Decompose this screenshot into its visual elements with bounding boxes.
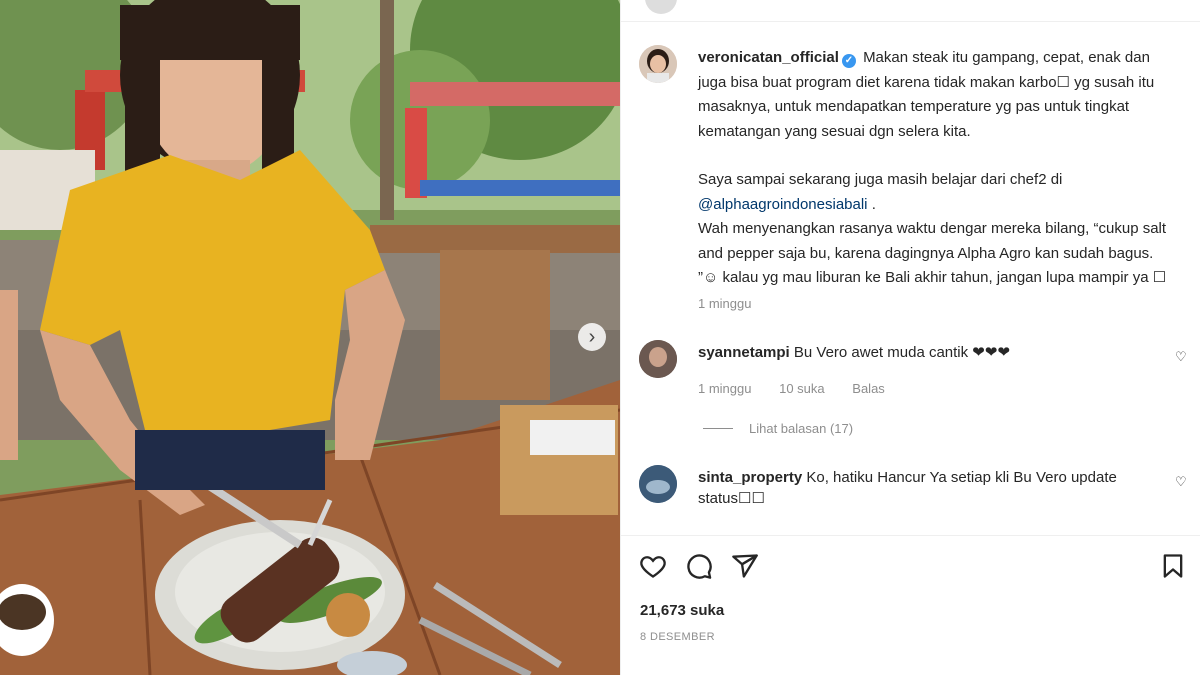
author-username[interactable]: veronicatan_official — [698, 49, 839, 66]
comment-likes[interactable]: 10 suka — [779, 381, 825, 396]
caption-mention-suffix: . — [867, 195, 876, 213]
comment-avatar-image — [639, 465, 677, 503]
comment-like-heart-icon[interactable]: ♡ — [1175, 474, 1187, 490]
view-replies-button[interactable]: Lihat balasan (17) — [703, 421, 853, 436]
comment-avatar-image — [639, 340, 677, 378]
verified-badge-icon: ✓ — [841, 54, 856, 68]
bookmark-icon[interactable] — [1159, 552, 1189, 582]
comment-bubble-icon[interactable] — [685, 552, 715, 582]
comment-avatar[interactable] — [639, 465, 677, 503]
comment-1-meta: 1 minggu 10 suka Balas — [698, 381, 909, 396]
header-avatar[interactable] — [645, 0, 677, 14]
post-photo[interactable]: › — [0, 0, 620, 675]
comment-username[interactable]: sinta_property — [698, 469, 802, 486]
replies-divider — [703, 428, 733, 429]
author-avatar[interactable] — [639, 45, 677, 83]
caption-mention-link[interactable]: @alphaagroindonesiabali — [698, 196, 868, 213]
caption-paragraph-2: Saya sampai sekarang juga masih belajar … — [698, 168, 1176, 217]
caption-text-3: Wah menyenangkan rasanya waktu dengar me… — [698, 220, 1167, 286]
post-caption: veronicatan_official ✓ Makan steak itu ga… — [698, 46, 1176, 291]
comment-1: syannetampi Bu Vero awet muda cantik ❤❤❤ — [698, 342, 1138, 363]
comment-time[interactable]: 1 minggu — [698, 381, 751, 396]
author-avatar-image — [639, 45, 677, 83]
comment-text: Bu Vero awet muda cantik ❤❤❤ — [793, 344, 1011, 361]
next-photo-button[interactable]: › — [578, 323, 606, 351]
view-replies-label: Lihat balasan (17) — [749, 421, 854, 436]
chevron-right-icon: › — [588, 326, 596, 348]
reply-button[interactable]: Balas — [852, 381, 885, 396]
post-header — [621, 0, 1200, 22]
comment-username[interactable]: syannetampi — [698, 344, 790, 361]
comment-avatar[interactable] — [639, 340, 677, 378]
caption-text-2: Saya sampai sekarang juga masih belajar … — [698, 171, 1063, 188]
caption-time[interactable]: 1 minggu — [698, 296, 751, 311]
heart-icon[interactable] — [639, 552, 669, 582]
post-date[interactable]: 8 DESEMBER — [640, 631, 715, 643]
photo-scene — [0, 0, 620, 675]
post-actions-bar: 21,673 suka 8 DESEMBER — [621, 535, 1200, 675]
comment-like-heart-icon[interactable]: ♡ — [1175, 349, 1187, 365]
likes-count[interactable]: 21,673 suka — [640, 602, 724, 619]
post-detail-panel: veronicatan_official ✓ Makan steak itu ga… — [620, 0, 1200, 675]
paper-plane-icon[interactable] — [731, 552, 761, 582]
caption-meta: 1 minggu — [698, 296, 775, 311]
comment-2: sinta_property Ko, hatiku Hancur Ya seti… — [698, 467, 1138, 509]
